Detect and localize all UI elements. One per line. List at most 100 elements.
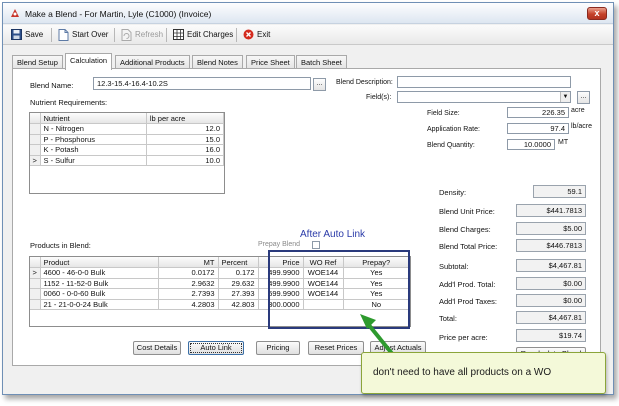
- nutrient-value[interactable]: 15.0: [146, 134, 225, 145]
- refresh-document-icon: [121, 29, 132, 41]
- cost-details-button[interactable]: Cost Details: [133, 341, 181, 355]
- density-value: 59.1: [533, 185, 586, 198]
- field-size-unit: acre: [571, 107, 585, 114]
- product-name[interactable]: 1152 - 11-52-0 Bulk: [40, 278, 159, 289]
- blend-name-browse-button[interactable]: ...: [313, 78, 326, 91]
- products-in-blend-title: Products in Blend:: [30, 241, 91, 250]
- product-mt[interactable]: 2.9632: [158, 278, 219, 289]
- fields-label: Field(s):: [366, 94, 392, 101]
- row-indicator: >: [30, 155, 41, 166]
- product-mt[interactable]: 2.7393: [158, 288, 219, 300]
- addl-prod-total-label: Add'l Prod. Total:: [439, 280, 496, 289]
- product-name[interactable]: 0060 - 0-0-60 Bulk: [40, 288, 159, 300]
- row-indicator: [30, 288, 41, 300]
- blend-name-label: Blend Name:: [30, 81, 74, 90]
- toolbar-separator: [166, 28, 167, 42]
- price-per-acre-label: Price per acre:: [439, 333, 488, 342]
- percent-col-header[interactable]: Percent: [218, 257, 259, 268]
- blend-charges-value: $5.00: [516, 222, 586, 235]
- fields-browse-button[interactable]: ...: [577, 91, 590, 104]
- product-mt[interactable]: 4.2803: [158, 299, 219, 310]
- tab-blend-setup[interactable]: Blend Setup: [12, 55, 63, 69]
- floppy-disk-icon: [11, 29, 22, 40]
- product-mt[interactable]: 0.0172: [158, 267, 219, 279]
- toolbar: Save Start Over Refresh Edit Charges Exi…: [3, 25, 613, 45]
- chevron-down-icon[interactable]: ▼: [560, 92, 570, 102]
- nutrient-row[interactable]: P - Phosphorus 15.0: [30, 134, 225, 145]
- product-percent[interactable]: 0.172: [218, 267, 259, 279]
- blend-unit-price-value: $441.7813: [516, 204, 586, 217]
- mt-col-header[interactable]: MT: [158, 257, 219, 268]
- fields-dropdown[interactable]: ▼: [397, 91, 571, 103]
- blend-charges-label: Blend Charges:: [439, 225, 491, 234]
- save-label: Save: [25, 30, 44, 39]
- toolbar-separator: [51, 28, 52, 42]
- row-indicator: [30, 299, 41, 310]
- close-window-button[interactable]: x: [587, 7, 607, 20]
- blend-unit-price-label: Blend Unit Price:: [439, 207, 495, 216]
- edit-charges-button[interactable]: Edit Charges: [173, 28, 233, 42]
- subtotal-value: $4,467.81: [516, 259, 586, 272]
- nutrient-row[interactable]: > S - Sulfur 10.0: [30, 155, 225, 166]
- save-button[interactable]: Save: [11, 28, 43, 42]
- application-rate-label: Application Rate:: [427, 126, 480, 133]
- nutrient-value[interactable]: 16.0: [146, 144, 225, 156]
- tab-blend-notes[interactable]: Blend Notes: [192, 55, 243, 69]
- row-indicator: >: [30, 267, 41, 279]
- nutrient-name[interactable]: N - Nitrogen: [40, 123, 147, 135]
- exit-button[interactable]: Exit: [243, 28, 270, 42]
- product-percent[interactable]: 29.632: [218, 278, 259, 289]
- tab-price-sheet[interactable]: Price Sheet: [246, 55, 295, 69]
- nutrient-name[interactable]: K - Potash: [40, 144, 147, 156]
- blend-description-input[interactable]: [397, 76, 571, 88]
- blend-name-input[interactable]: 12.3-15.4-16.4-10.2S: [93, 77, 311, 90]
- nutrient-col-header[interactable]: Nutrient: [40, 113, 147, 124]
- row-indicator: [30, 144, 41, 156]
- window-title: Make a Blend - For Martin, Lyle (C1000) …: [25, 9, 212, 19]
- nutrient-name[interactable]: S - Sulfur: [40, 155, 147, 166]
- refresh-button[interactable]: Refresh: [121, 28, 163, 42]
- exit-x-icon: [243, 29, 254, 40]
- total-value: $4,467.81: [516, 311, 586, 324]
- product-name[interactable]: 21 - 21-0-0-24 Bulk: [40, 299, 159, 310]
- field-size-input[interactable]: 226.35: [507, 107, 569, 118]
- row-indicator: [30, 134, 41, 145]
- refresh-label: Refresh: [135, 30, 164, 39]
- exit-label: Exit: [257, 30, 271, 39]
- field-size-label: Field Size:: [427, 110, 460, 117]
- tab-calculation[interactable]: Calculation: [65, 53, 113, 70]
- tab-additional-products[interactable]: Additional Products: [115, 55, 190, 69]
- nutrient-row[interactable]: N - Nitrogen 12.0: [30, 123, 225, 135]
- nutrient-requirements-title: Nutrient Requirements:: [30, 98, 108, 107]
- addl-prod-taxes-label: Add'l Prod Taxes:: [439, 297, 497, 306]
- title-bar[interactable]: Make a Blend - For Martin, Lyle (C1000) …: [3, 3, 613, 24]
- tab-batch-sheet[interactable]: Batch Sheet: [296, 55, 347, 69]
- callout-note: don't need to have all products on a WO: [361, 352, 606, 394]
- nutrient-value[interactable]: 10.0: [146, 155, 225, 166]
- toolbar-separator: [114, 28, 115, 42]
- product-percent[interactable]: 42.803: [218, 299, 259, 310]
- prepay-blend-checkbox[interactable]: [312, 241, 320, 249]
- blend-quantity-label: Blend Quantity:: [427, 142, 475, 149]
- application-rate-input[interactable]: 97.4: [507, 123, 569, 134]
- subtotal-label: Subtotal:: [439, 262, 469, 271]
- nutrient-header-row: Nutrient lb per acre: [30, 113, 225, 124]
- pricing-button[interactable]: Pricing: [256, 341, 300, 355]
- nutrient-name[interactable]: P - Phosphorus: [40, 134, 147, 145]
- nutrient-row[interactable]: K - Potash 16.0: [30, 144, 225, 156]
- start-over-label: Start Over: [72, 30, 109, 39]
- product-col-header[interactable]: Product: [40, 257, 159, 268]
- lb-per-acre-col-header[interactable]: lb per acre: [146, 113, 225, 124]
- blend-total-price-label: Blend Total Price:: [439, 242, 498, 251]
- nutrient-value[interactable]: 12.0: [146, 123, 225, 135]
- edit-charges-label: Edit Charges: [187, 30, 234, 39]
- addl-prod-total-value: $0.00: [516, 277, 586, 290]
- addl-prod-taxes-value: $0.00: [516, 294, 586, 307]
- product-percent[interactable]: 27.393: [218, 288, 259, 300]
- product-name[interactable]: 4600 - 46-0-0 Bulk: [40, 267, 159, 279]
- total-label: Total:: [439, 314, 457, 323]
- blend-quantity-input[interactable]: 10.0000: [507, 139, 555, 150]
- auto-link-button[interactable]: Auto Link: [188, 341, 244, 355]
- application-rate-unit: lb/acre: [571, 123, 593, 130]
- start-over-button[interactable]: Start Over: [58, 28, 108, 42]
